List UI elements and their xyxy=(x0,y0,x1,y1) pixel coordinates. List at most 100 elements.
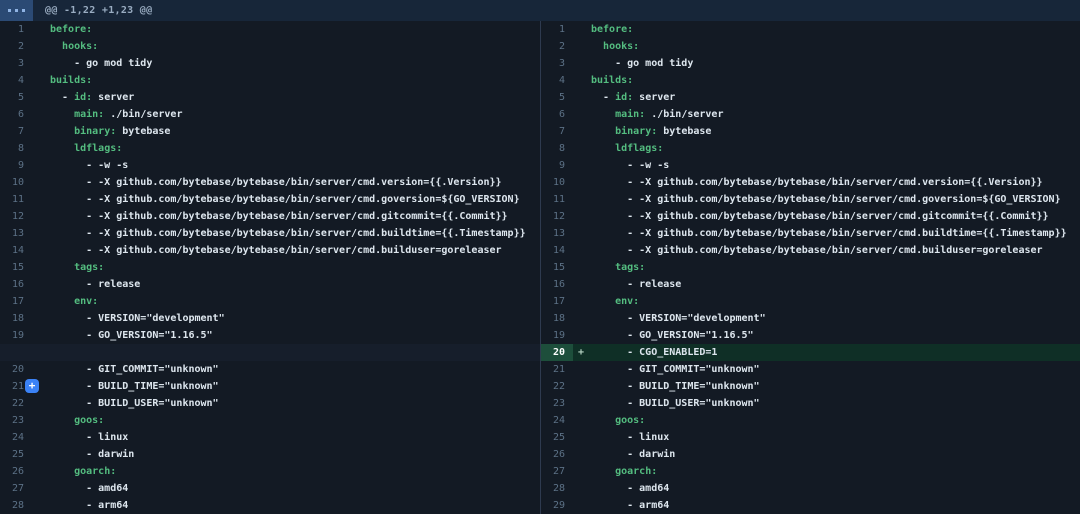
code-line: - GO_VERSION="1.16.5" xyxy=(50,327,213,344)
line-number: 23 xyxy=(541,395,573,412)
diff-row: 23 - BUILD_USER="unknown" xyxy=(541,395,1080,412)
line-number: 24 xyxy=(0,429,32,446)
hunk-range-label: @@ -1,22 +1,23 @@ xyxy=(45,5,152,16)
change-marker xyxy=(32,225,50,242)
change-marker xyxy=(32,242,50,259)
diff-row: 17 env: xyxy=(541,293,1080,310)
diff-row: 19 - GO_VERSION="1.16.5" xyxy=(0,327,540,344)
change-marker xyxy=(32,157,50,174)
change-marker xyxy=(32,191,50,208)
ellipsis-icon xyxy=(15,9,18,12)
change-marker xyxy=(573,157,591,174)
diff-row: 11 - -X github.com/bytebase/bytebase/bin… xyxy=(0,191,540,208)
plus-icon: + xyxy=(573,344,591,361)
code-line: ldflags: xyxy=(50,140,122,157)
diff-row: 27 - amd64 xyxy=(0,480,540,497)
line-number: 9 xyxy=(0,157,32,174)
diff-row: 4builds: xyxy=(541,72,1080,89)
add-comment-button[interactable]: + xyxy=(25,379,39,393)
line-number: 27 xyxy=(0,480,32,497)
change-marker xyxy=(32,463,50,480)
diff-row: 21 - GIT_COMMIT="unknown" xyxy=(541,361,1080,378)
line-number: 13 xyxy=(541,225,573,242)
code-line: - -w -s xyxy=(50,157,128,174)
line-number: 11 xyxy=(0,191,32,208)
line-number: 1 xyxy=(541,21,573,38)
change-marker xyxy=(32,429,50,446)
code-line: hooks: xyxy=(591,38,639,55)
code-line: - amd64 xyxy=(50,480,128,497)
change-marker xyxy=(573,361,591,378)
code-line: before: xyxy=(591,21,633,38)
change-marker xyxy=(32,293,50,310)
line-number: 20 xyxy=(541,344,573,361)
ellipsis-icon xyxy=(22,9,25,12)
line-number: 20 xyxy=(0,361,32,378)
change-marker xyxy=(573,174,591,191)
line-number: 10 xyxy=(541,174,573,191)
line-number: 17 xyxy=(0,293,32,310)
code-line: - -X github.com/bytebase/bytebase/bin/se… xyxy=(591,242,1043,259)
diff-row: 2 hooks: xyxy=(0,38,540,55)
diff-row: 21 - BUILD_TIME="unknown"+ xyxy=(0,378,540,395)
diff-row: 6 main: ./bin/server xyxy=(0,106,540,123)
change-marker xyxy=(32,208,50,225)
diff-row: 13 - -X github.com/bytebase/bytebase/bin… xyxy=(541,225,1080,242)
diff-row: 22 - BUILD_USER="unknown" xyxy=(0,395,540,412)
line-number: 14 xyxy=(541,242,573,259)
line-number: 22 xyxy=(541,378,573,395)
code-line: - -X github.com/bytebase/bytebase/bin/se… xyxy=(50,208,508,225)
line-number: 3 xyxy=(0,55,32,72)
code-line: - -X github.com/bytebase/bytebase/bin/se… xyxy=(591,174,1043,191)
line-number: 29 xyxy=(541,497,573,514)
code-line: binary: bytebase xyxy=(50,123,170,140)
code-line: - VERSION="development" xyxy=(50,310,225,327)
diff-row: 5 - id: server xyxy=(0,89,540,106)
change-marker xyxy=(573,38,591,55)
diff-row: 9 - -w -s xyxy=(0,157,540,174)
change-marker xyxy=(32,480,50,497)
change-marker xyxy=(573,123,591,140)
change-marker xyxy=(32,361,50,378)
code-line: - BUILD_TIME="unknown" xyxy=(591,378,760,395)
code-line: main: ./bin/server xyxy=(50,106,182,123)
change-marker xyxy=(32,276,50,293)
diff-row: 17 env: xyxy=(0,293,540,310)
diff-row: 6 main: ./bin/server xyxy=(541,106,1080,123)
code-line: - id: server xyxy=(591,89,675,106)
code-line: - BUILD_USER="unknown" xyxy=(591,395,760,412)
line-number: 23 xyxy=(0,412,32,429)
line-number: 17 xyxy=(541,293,573,310)
diff-row: 14 - -X github.com/bytebase/bytebase/bin… xyxy=(0,242,540,259)
diff-row: 23 goos: xyxy=(0,412,540,429)
change-marker xyxy=(32,310,50,327)
change-marker xyxy=(573,497,591,514)
expand-hunk-button[interactable] xyxy=(0,0,33,21)
change-marker xyxy=(32,55,50,72)
code-line: - -w -s xyxy=(591,157,669,174)
code-line: - -X github.com/bytebase/bytebase/bin/se… xyxy=(591,191,1061,208)
diff-row: 29 - arm64 xyxy=(541,497,1080,514)
line-number: 6 xyxy=(541,106,573,123)
change-marker xyxy=(573,89,591,106)
change-marker xyxy=(32,446,50,463)
line-number: 25 xyxy=(0,446,32,463)
diff-row: 22 - BUILD_TIME="unknown" xyxy=(541,378,1080,395)
code-line: hooks: xyxy=(50,38,98,55)
code-line: - arm64 xyxy=(50,497,128,514)
diff-row: 26 goarch: xyxy=(0,463,540,480)
code-line: tags: xyxy=(591,259,645,276)
change-marker xyxy=(573,276,591,293)
diff-row: 24 goos: xyxy=(541,412,1080,429)
line-number: 16 xyxy=(0,276,32,293)
line-number: 12 xyxy=(0,208,32,225)
change-marker xyxy=(573,480,591,497)
diff-row: 16 - release xyxy=(0,276,540,293)
change-marker xyxy=(573,378,591,395)
diff-row: 26 - darwin xyxy=(541,446,1080,463)
change-marker xyxy=(573,72,591,89)
diff-row: 15 tags: xyxy=(541,259,1080,276)
code-line: env: xyxy=(591,293,639,310)
line-number: 28 xyxy=(541,480,573,497)
diff-row: 15 tags: xyxy=(0,259,540,276)
